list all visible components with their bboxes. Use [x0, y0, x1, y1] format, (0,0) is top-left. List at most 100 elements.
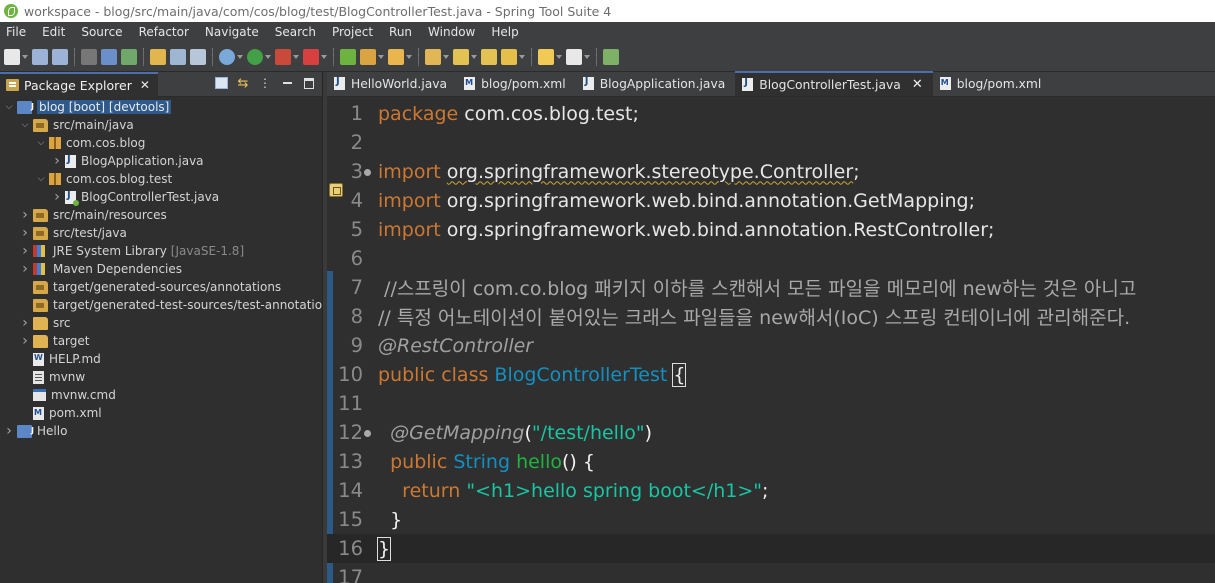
debug-icon[interactable] [219, 48, 243, 65]
menu-help[interactable]: Help [484, 25, 527, 39]
editor-tab[interactable]: BlogControllerTest.java ✕ [735, 71, 933, 96]
chevron-right-icon[interactable]: › [20, 207, 30, 223]
chevron-down-icon[interactable]: ⌵ [36, 138, 46, 148]
tree-item[interactable]: mvnw [20, 368, 85, 386]
tree-item[interactable]: › src [20, 314, 70, 332]
code-token: ( [524, 421, 532, 444]
spring-boot-dashboard-icon[interactable] [340, 48, 356, 65]
tree-item[interactable]: › BlogApplication.java [52, 152, 204, 170]
view-menu-icon[interactable]: ⋮ [258, 76, 272, 90]
skip-breakpoints-icon[interactable] [101, 48, 117, 65]
srcfolder-icon [33, 226, 48, 240]
save-icon[interactable] [32, 48, 48, 65]
tab-package-explorer[interactable]: Package Explorer ✕ [0, 71, 158, 97]
editor-tab[interactable]: BlogApplication.java [576, 71, 736, 96]
java-file-icon [334, 76, 345, 90]
block-selection-icon[interactable] [190, 48, 206, 65]
menu-search[interactable]: Search [268, 25, 325, 39]
tree-item[interactable]: ⌵ blog [boot] [devtools] [4, 98, 172, 116]
tree-item[interactable]: target/generated-test-sources/test-annot… [20, 296, 336, 314]
tree-item[interactable]: › BlogControllerTest.java [52, 188, 219, 206]
new-icon[interactable] [4, 48, 28, 65]
chevron-down-icon[interactable]: ⌵ [4, 102, 14, 112]
stop-icon[interactable] [303, 48, 327, 65]
tree-item[interactable]: mvnw.cmd [20, 386, 116, 404]
package-explorer-tabbar: Package Explorer ✕ ⇆ ⋮ [0, 71, 322, 97]
back-icon[interactable] [538, 48, 562, 65]
close-icon[interactable]: ✕ [912, 77, 923, 92]
run-icon[interactable] [247, 48, 271, 65]
code-text: return "<h1>hello spring boot</h1>"; [378, 480, 768, 502]
menu-run[interactable]: Run [382, 25, 421, 39]
tree-item-label: BlogApplication.java [81, 154, 204, 168]
tree-item[interactable]: › JRE System Library [JavaSE-1.8] [20, 242, 244, 260]
tree-item-label: src/main/resources [53, 208, 167, 222]
editor-tab[interactable]: HelloWorld.java [327, 71, 457, 96]
tree-item[interactable]: target/generated-sources/annotations [20, 278, 281, 296]
menu-project[interactable]: Project [325, 25, 382, 39]
chevron-right-icon[interactable]: › [20, 261, 30, 277]
srcfolder-icon [33, 280, 48, 294]
save-all-icon[interactable] [52, 48, 68, 65]
code-token: import [378, 189, 441, 212]
minimize-icon[interactable] [280, 76, 294, 90]
code-editor[interactable]: 1 package com.cos.blog.test; 2 3 import org.… [327, 97, 1215, 583]
line-number: 14 [338, 479, 363, 502]
editor-tab[interactable]: blog/pom.xml [933, 71, 1052, 96]
tree-item[interactable]: › target [20, 332, 89, 350]
fold-icon[interactable] [364, 430, 371, 437]
toggle-ant-editor-icon[interactable] [121, 48, 137, 65]
forward-icon[interactable] [566, 48, 590, 65]
chevron-right-icon[interactable]: › [52, 189, 62, 205]
folder-icon [33, 334, 48, 348]
tree-item[interactable]: HELP.md [20, 350, 101, 368]
last-edit-location-icon[interactable] [501, 48, 525, 65]
code-token: import [378, 160, 441, 183]
previous-annotation-icon[interactable] [481, 48, 497, 65]
chevron-right-icon[interactable]: › [20, 225, 30, 241]
code-line: 6 [327, 244, 1215, 273]
chevron-right-icon[interactable]: › [4, 423, 14, 439]
next-annotation-icon[interactable] [453, 48, 477, 65]
menu-edit[interactable]: Edit [35, 25, 74, 39]
menu-window[interactable]: Window [421, 25, 484, 39]
search-icon[interactable] [425, 48, 449, 65]
editor-tab[interactable]: blog/pom.xml [457, 71, 576, 96]
tree-item[interactable]: › Hello [4, 422, 67, 440]
terminal-icon[interactable] [81, 48, 97, 65]
tree-item[interactable]: ⌵ com.cos.blog.test [36, 170, 173, 188]
show-whitespace-icon[interactable] [170, 48, 186, 65]
collapse-all-icon[interactable] [215, 77, 228, 89]
mark-occurrences-icon[interactable] [150, 48, 166, 65]
chevron-right-icon[interactable]: › [20, 315, 30, 331]
code-token: com.cos.blog.test; [458, 102, 639, 125]
code-token: } [378, 508, 403, 531]
chevron-right-icon[interactable]: › [52, 153, 62, 169]
tree-item[interactable]: › src/main/resources [20, 206, 167, 224]
tree-item[interactable]: pom.xml [20, 404, 102, 422]
menu-file[interactable]: File [0, 25, 35, 39]
run-last-tool-icon[interactable] [275, 48, 299, 65]
tree-item[interactable]: ⌵ com.cos.blog [36, 134, 146, 152]
fold-icon[interactable] [364, 169, 371, 176]
new-java-class-icon[interactable] [360, 48, 384, 65]
tree-item[interactable]: › Maven Dependencies [20, 260, 182, 278]
maximize-icon[interactable] [302, 76, 316, 90]
line-number: 3 [350, 160, 363, 183]
open-perspective-icon[interactable] [603, 48, 619, 65]
tree-item[interactable]: › src/test/java [20, 224, 127, 242]
link-with-editor-icon[interactable]: ⇆ [236, 76, 250, 91]
chevron-right-icon[interactable]: › [20, 333, 30, 349]
menu-navigate[interactable]: Navigate [198, 25, 268, 39]
chevron-down-icon[interactable]: ⌵ [20, 120, 30, 130]
tree-item[interactable]: ⌵ src/main/java [20, 116, 134, 134]
window-controls [855, 0, 1215, 22]
menu-refactor[interactable]: Refactor [132, 25, 198, 39]
chevron-right-icon[interactable]: › [20, 243, 30, 259]
close-icon[interactable]: ✕ [140, 78, 150, 92]
chevron-down-icon[interactable]: ⌵ [36, 174, 46, 184]
menu-source[interactable]: Source [74, 25, 131, 39]
code-token: { [672, 362, 687, 387]
open-type-icon[interactable] [388, 48, 412, 65]
